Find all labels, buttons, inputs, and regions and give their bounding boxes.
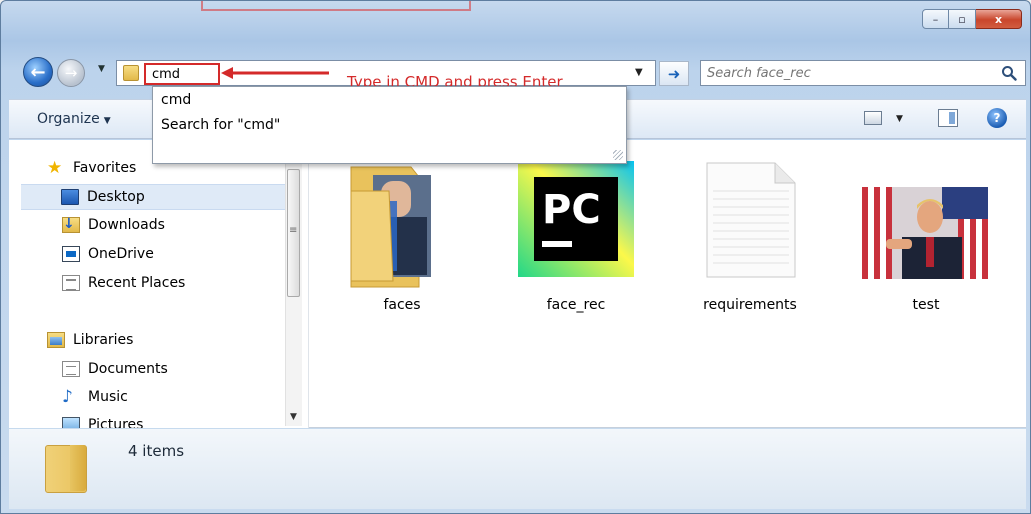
- file-item-faces[interactable]: faces: [337, 151, 467, 321]
- close-button[interactable]: x: [976, 9, 1022, 29]
- view-dropdown-icon[interactable]: ▼: [896, 114, 903, 124]
- address-dropdown-button[interactable]: ▼: [635, 67, 643, 78]
- desktop-icon: [61, 189, 79, 205]
- suggestion-item[interactable]: cmd: [161, 92, 191, 108]
- file-label: test: [912, 297, 940, 313]
- folder-icon: [123, 65, 139, 81]
- minimize-button[interactable]: –: [922, 9, 949, 29]
- forward-button[interactable]: →: [57, 59, 85, 87]
- background-window-strip: [71, 1, 971, 13]
- pictures-icon: [62, 417, 80, 428]
- file-item-face-rec[interactable]: PC face_rec: [511, 151, 641, 321]
- back-button[interactable]: ←: [23, 57, 53, 87]
- onedrive-icon: [62, 246, 80, 262]
- details-pane: [9, 429, 1026, 509]
- chevron-down-icon: ▼: [103, 116, 111, 126]
- explorer-window: – ▫ x ← → ▼ ▼ ➜ Type in CMD and press En…: [0, 0, 1031, 514]
- music-icon: ♪: [62, 387, 73, 407]
- search-box[interactable]: [700, 60, 1026, 86]
- navigation-pane: ★Favorites Desktop Downloads OneDrive Re…: [9, 140, 309, 428]
- sidebar-item-pictures[interactable]: Pictures: [62, 417, 143, 428]
- sidebar-item-recent-places[interactable]: Recent Places: [62, 275, 185, 291]
- caption-buttons: – ▫ x: [922, 9, 1022, 29]
- suggestion-item[interactable]: Search for "cmd": [161, 117, 280, 133]
- organize-button[interactable]: Organize ▼: [37, 111, 111, 127]
- back-arrow-icon: ←: [30, 61, 46, 83]
- downloads-icon: [62, 216, 80, 233]
- search-input[interactable]: [707, 63, 987, 83]
- file-label: requirements: [703, 297, 797, 313]
- folder-icon: [45, 445, 87, 493]
- folder-icon: [350, 166, 431, 288]
- scroll-down-icon[interactable]: ▼: [290, 412, 297, 422]
- sidebar-item-documents[interactable]: Documents: [62, 361, 168, 377]
- svg-text:PC: PC: [542, 187, 601, 233]
- text-file-icon: [706, 162, 796, 278]
- sidebar-item-onedrive[interactable]: OneDrive: [62, 246, 154, 262]
- forward-arrow-icon: →: [64, 64, 78, 82]
- sidebar-item-downloads[interactable]: Downloads: [62, 216, 165, 233]
- file-item-requirements[interactable]: requirements: [685, 151, 815, 321]
- scroll-grip-icon: ≡: [289, 225, 298, 236]
- sidebar-item-libraries[interactable]: Libraries: [47, 332, 133, 348]
- preview-pane-icon[interactable]: [938, 109, 958, 127]
- address-autocomplete-popup: cmd Search for "cmd": [152, 86, 627, 164]
- libraries-icon: [47, 332, 65, 348]
- item-count: 4 items: [128, 442, 185, 460]
- search-icon[interactable]: [1001, 65, 1017, 81]
- maximize-button[interactable]: ▫: [949, 9, 976, 29]
- organize-label: Organize: [37, 111, 100, 127]
- annotation-arrow-icon: [221, 67, 329, 79]
- star-icon: ★: [47, 158, 63, 178]
- resize-grip-icon[interactable]: [613, 150, 623, 160]
- pycharm-icon: PC: [518, 161, 634, 277]
- image-thumbnail: [862, 187, 988, 279]
- recent-locations-dropdown[interactable]: ▼: [98, 64, 105, 74]
- go-arrow-icon: ➜: [667, 64, 681, 83]
- file-label: faces: [383, 297, 421, 313]
- sidebar-item-desktop[interactable]: Desktop: [21, 184, 289, 210]
- file-label: face_rec: [546, 297, 606, 313]
- address-input[interactable]: [144, 63, 220, 85]
- sidebar-item-favorites[interactable]: ★ Favorites: [47, 158, 136, 178]
- go-button[interactable]: ➜: [659, 61, 689, 86]
- sidebar-item-music[interactable]: ♪ Music: [62, 387, 128, 407]
- file-item-test[interactable]: test: [861, 151, 991, 321]
- change-view-icon[interactable]: [864, 111, 882, 125]
- documents-icon: [62, 361, 80, 377]
- help-icon[interactable]: ?: [987, 108, 1007, 128]
- recent-places-icon: [62, 275, 80, 291]
